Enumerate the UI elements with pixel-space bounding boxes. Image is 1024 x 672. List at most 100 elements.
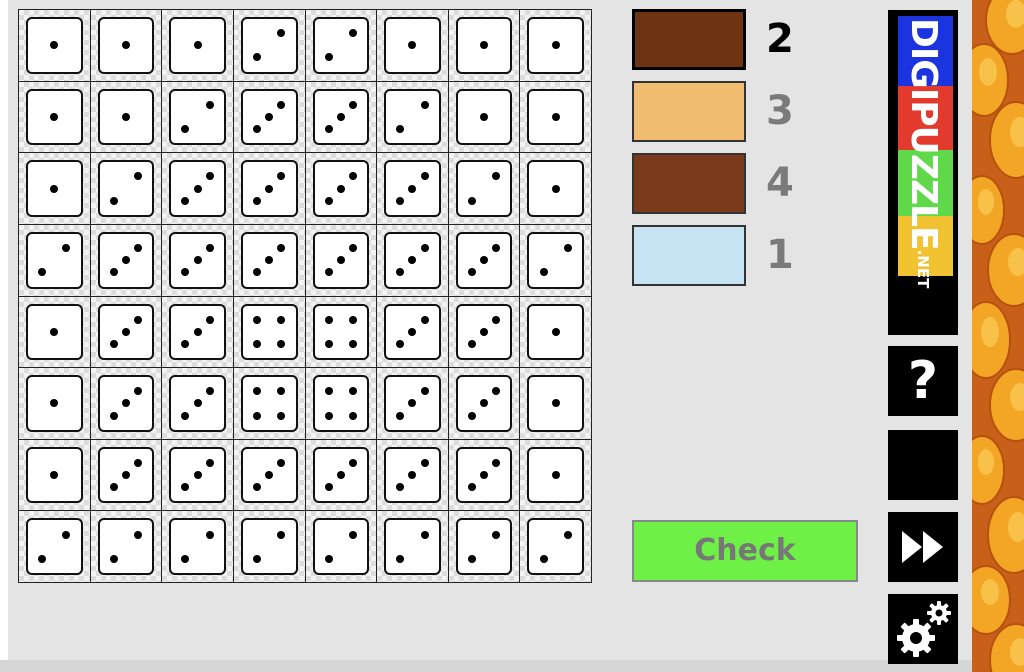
board-cell-r2-c4[interactable] <box>233 81 305 153</box>
board-cell-r3-c5[interactable] <box>305 153 377 224</box>
board-cell-r4-c7[interactable] <box>448 224 520 296</box>
board-cell-r7-c7[interactable] <box>448 439 520 511</box>
board-cell-r6-c3[interactable] <box>162 368 233 439</box>
board-cell-r4-c6[interactable] <box>377 224 448 296</box>
board-cell-r3-c8[interactable] <box>520 153 591 224</box>
pip <box>265 184 274 193</box>
board-cell-r8-c7[interactable] <box>448 511 520 582</box>
color-swatch-3[interactable] <box>632 153 746 214</box>
board-cell-r2-c3[interactable] <box>162 81 233 153</box>
board-cell-r4-c2[interactable] <box>90 224 162 296</box>
board-cell-r6-c1[interactable] <box>19 368 90 439</box>
board-cell-r1-c1[interactable] <box>19 10 90 81</box>
die-face-2 <box>26 518 83 575</box>
board-cell-r7-c4[interactable] <box>233 439 305 511</box>
board-cell-r7-c8[interactable] <box>520 439 591 511</box>
board-cell-r4-c3[interactable] <box>162 224 233 296</box>
die-face-3 <box>97 231 155 289</box>
color-swatch-4[interactable] <box>632 225 746 286</box>
board-cell-r4-c1[interactable] <box>19 224 90 296</box>
pip <box>205 315 214 324</box>
board-cell-r5-c7[interactable] <box>448 296 520 368</box>
board-cell-r7-c3[interactable] <box>162 439 233 511</box>
board-cell-r3-c3[interactable] <box>162 153 233 224</box>
die-face-4 <box>240 375 298 432</box>
board-cell-r2-c7[interactable] <box>448 81 520 153</box>
die-face-3 <box>169 375 226 432</box>
pip <box>408 471 417 480</box>
board-cell-r2-c5[interactable] <box>305 81 377 153</box>
board-cell-r2-c8[interactable] <box>520 81 591 153</box>
pip <box>467 554 476 563</box>
board-cell-r6-c4[interactable] <box>233 368 305 439</box>
board-cell-r5-c4[interactable] <box>233 296 305 368</box>
board-cell-r6-c8[interactable] <box>520 368 591 439</box>
board-cell-r5-c8[interactable] <box>520 296 591 368</box>
pip <box>253 53 262 62</box>
board-cell-r1-c4[interactable] <box>233 10 305 81</box>
board-cell-r5-c6[interactable] <box>377 296 448 368</box>
board-cell-r6-c7[interactable] <box>448 368 520 439</box>
board-cell-r8-c5[interactable] <box>305 511 377 582</box>
board-cell-r3-c1[interactable] <box>19 153 90 224</box>
board-cell-r4-c5[interactable] <box>305 224 377 296</box>
board-cell-r7-c2[interactable] <box>90 439 162 511</box>
board-cell-r2-c6[interactable] <box>377 81 448 153</box>
board-cell-r3-c4[interactable] <box>233 153 305 224</box>
board-cell-r6-c6[interactable] <box>377 368 448 439</box>
die-face-3 <box>312 160 370 217</box>
pip <box>109 268 118 277</box>
board-cell-r8-c2[interactable] <box>90 511 162 582</box>
board-cell-r7-c5[interactable] <box>305 439 377 511</box>
board-cell-r5-c1[interactable] <box>19 296 90 368</box>
pip <box>121 327 130 336</box>
board-cell-r8-c1[interactable] <box>19 511 90 582</box>
digipuzzle-logo[interactable]: DIGIPUZZLE.NET <box>888 10 958 335</box>
board-cell-r7-c6[interactable] <box>377 439 448 511</box>
board-cell-r4-c4[interactable] <box>233 224 305 296</box>
pip <box>396 125 405 134</box>
help-button[interactable]: ? <box>888 346 958 416</box>
pip <box>480 399 489 408</box>
board-cell-r5-c5[interactable] <box>305 296 377 368</box>
pip <box>253 196 262 205</box>
board-cell-r8-c8[interactable] <box>520 511 591 582</box>
board-cell-r5-c3[interactable] <box>162 296 233 368</box>
pip <box>324 411 333 420</box>
check-button[interactable]: Check <box>632 520 858 582</box>
color-swatch-2[interactable] <box>632 81 746 142</box>
die-face-2 <box>384 88 441 146</box>
board-cell-r8-c4[interactable] <box>233 511 305 582</box>
board-cell-r3-c7[interactable] <box>448 153 520 224</box>
board-cell-r3-c2[interactable] <box>90 153 162 224</box>
die-face-2 <box>384 518 441 575</box>
board-cell-r3-c6[interactable] <box>377 153 448 224</box>
board-cell-r7-c1[interactable] <box>19 439 90 511</box>
board-cell-r6-c5[interactable] <box>305 368 377 439</box>
board-cell-r2-c1[interactable] <box>19 81 90 153</box>
board-cell-r1-c8[interactable] <box>520 10 591 81</box>
skip-button[interactable] <box>888 512 958 582</box>
board-cell-r2-c2[interactable] <box>90 81 162 153</box>
pip <box>467 196 476 205</box>
board-cell-r1-c2[interactable] <box>90 10 162 81</box>
blank-button[interactable] <box>888 430 958 500</box>
die-face-3 <box>455 446 513 504</box>
board-cell-r1-c5[interactable] <box>305 10 377 81</box>
pip <box>492 244 501 253</box>
pip <box>420 387 429 396</box>
board-cell-r8-c3[interactable] <box>162 511 233 582</box>
pip <box>396 411 405 420</box>
die-face-3 <box>384 375 441 432</box>
board-cell-r5-c2[interactable] <box>90 296 162 368</box>
board-cell-r1-c6[interactable] <box>377 10 448 81</box>
board-cell-r6-c2[interactable] <box>90 368 162 439</box>
board-cell-r8-c6[interactable] <box>377 511 448 582</box>
board-cell-r1-c7[interactable] <box>448 10 520 81</box>
board-cell-r1-c3[interactable] <box>162 10 233 81</box>
board-cell-r4-c8[interactable] <box>520 224 591 296</box>
die-face-2 <box>240 17 298 74</box>
settings-button[interactable] <box>888 594 958 664</box>
pip <box>62 530 71 539</box>
color-swatch-1[interactable] <box>632 9 746 70</box>
